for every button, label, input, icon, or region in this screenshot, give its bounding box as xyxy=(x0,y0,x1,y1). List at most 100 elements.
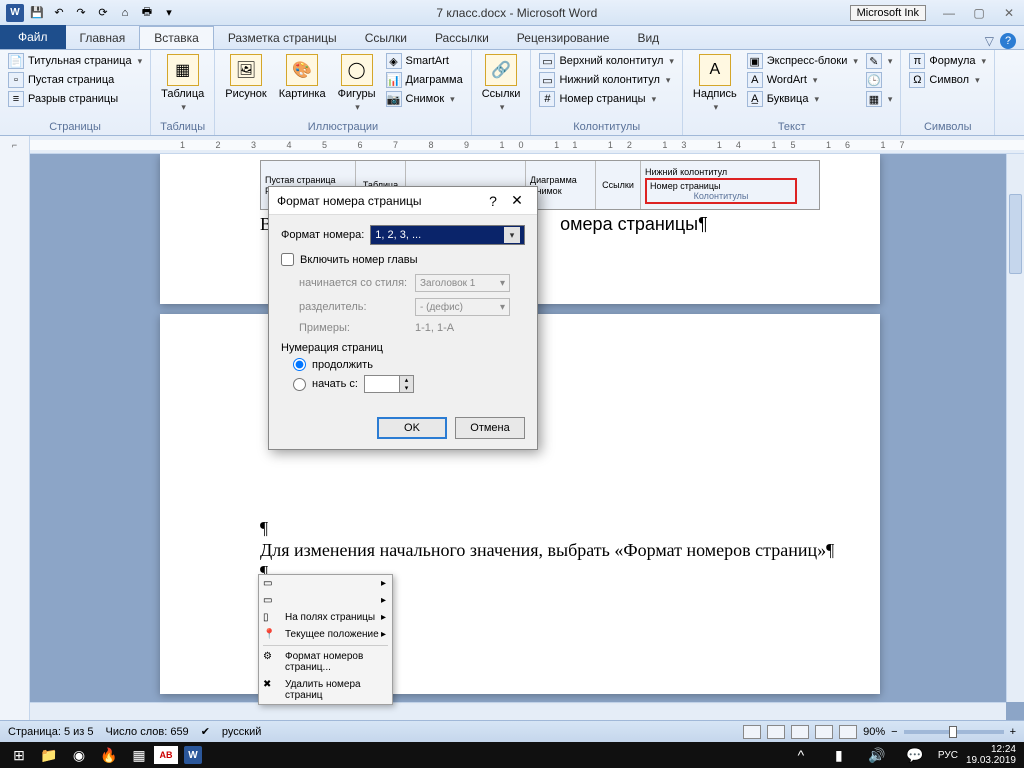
blank-page-button[interactable]: ▫Пустая страница xyxy=(6,71,144,89)
page-number-button[interactable]: #Номер страницы▾ xyxy=(537,90,675,108)
spell-check-icon[interactable]: ✔ xyxy=(201,725,210,738)
tab-home[interactable]: Главная xyxy=(66,27,140,49)
include-chapter-checkbox[interactable] xyxy=(281,253,294,266)
dialog-titlebar[interactable]: Формат номера страницы ? ✕ xyxy=(269,187,537,215)
ctx-item-margins[interactable]: ▯На полях страницы▸ xyxy=(259,609,392,626)
undo-icon[interactable]: ↶ xyxy=(50,4,68,22)
format-combo[interactable]: 1, 2, 3, ... ▾ xyxy=(370,225,525,245)
status-language[interactable]: русский xyxy=(222,726,261,738)
textbox-button[interactable]: AНадпись▾ xyxy=(689,52,741,115)
scrollbar-horizontal[interactable] xyxy=(30,702,1006,720)
shapes-button[interactable]: ◯Фигуры▾ xyxy=(334,52,380,115)
tab-references[interactable]: Ссылки xyxy=(351,27,421,49)
refresh-icon[interactable]: ⟳ xyxy=(94,4,112,22)
flame-icon[interactable]: 🔥 xyxy=(94,743,124,767)
status-words[interactable]: Число слов: 659 xyxy=(106,726,189,738)
zoom-out-button[interactable]: − xyxy=(891,726,897,738)
ctx-item-format[interactable]: ⚙Формат номеров страниц... xyxy=(259,648,392,676)
home-icon[interactable]: ⌂ xyxy=(116,4,134,22)
redo-icon[interactable]: ↷ xyxy=(72,4,90,22)
zoom-slider[interactable] xyxy=(904,730,1004,734)
scrollbar-thumb[interactable] xyxy=(1009,194,1022,274)
clipart-button[interactable]: 🎨Картинка xyxy=(275,52,330,102)
view-draft-button[interactable] xyxy=(839,725,857,739)
ctx-item-bottom[interactable]: ▭ ▸ xyxy=(259,592,392,609)
cancel-button[interactable]: Отмена xyxy=(455,417,525,439)
zoom-thumb[interactable] xyxy=(949,726,957,738)
file-tab[interactable]: Файл xyxy=(0,25,66,49)
equation-button[interactable]: πФормула▾ xyxy=(907,52,988,70)
ctx-item-current[interactable]: 📍Текущее положение▸ xyxy=(259,626,392,643)
screenshot-button[interactable]: 📷Снимок▾ xyxy=(384,90,465,108)
separator-combo: - (дефис)▾ xyxy=(415,298,510,316)
scrollbar-vertical[interactable] xyxy=(1006,154,1024,702)
table-button[interactable]: ▦Таблица▾ xyxy=(157,52,208,115)
embed-links: Ссылки xyxy=(602,180,634,190)
ab-icon[interactable]: АВ xyxy=(154,746,178,764)
view-full-screen-button[interactable] xyxy=(767,725,785,739)
start-button[interactable]: ⊞ xyxy=(4,743,34,767)
volume-icon[interactable]: 🔊 xyxy=(862,743,892,767)
embed-chart: Диаграмма xyxy=(530,175,591,185)
spin-down-icon[interactable]: ▾ xyxy=(399,384,413,392)
close-button[interactable]: ✕ xyxy=(994,2,1024,24)
ruler-vertical[interactable] xyxy=(0,154,30,720)
minimize-button[interactable]: — xyxy=(934,2,964,24)
ruler-horizontal[interactable]: 1 2 3 4 5 6 7 8 9 10 11 12 13 14 15 16 1… xyxy=(30,140,1024,150)
ok-button[interactable]: OK xyxy=(377,417,447,439)
action-center-icon[interactable]: 💬 xyxy=(900,743,930,767)
view-outline-button[interactable] xyxy=(815,725,833,739)
tab-view[interactable]: Вид xyxy=(623,27,673,49)
zoom-level[interactable]: 90% xyxy=(863,726,885,738)
ctx-item-remove[interactable]: ✖Удалить номера страниц xyxy=(259,676,392,704)
maximize-button[interactable]: ▢ xyxy=(964,2,994,24)
quickparts-button[interactable]: ▣Экспресс-блоки▾ xyxy=(745,52,860,70)
tab-insert[interactable]: Вставка xyxy=(139,26,214,49)
tray-chevron-icon[interactable]: ^ xyxy=(786,743,816,767)
title-page-button[interactable]: 📄Титульная страница▾ xyxy=(6,52,144,70)
zoom-in-button[interactable]: + xyxy=(1010,726,1016,738)
ink-button[interactable]: Microsoft Ink xyxy=(850,5,926,21)
symbol-button[interactable]: ΩСимвол▾ xyxy=(907,71,988,89)
picture-button[interactable]: 🖼Рисунок xyxy=(221,52,271,102)
datetime-button[interactable]: 🕒 xyxy=(864,71,895,89)
network-icon[interactable]: ▮ xyxy=(824,743,854,767)
start-at-input[interactable] xyxy=(365,376,399,392)
qat-dropdown-icon[interactable]: ▾ xyxy=(160,4,178,22)
save-icon[interactable]: 💾 xyxy=(28,4,46,22)
tab-page-layout[interactable]: Разметка страницы xyxy=(214,27,351,49)
word-icon[interactable]: W xyxy=(6,4,24,22)
print-icon[interactable]: 🖶 xyxy=(138,4,156,22)
links-button[interactable]: 🔗Ссылки▾ xyxy=(478,52,525,115)
chrome-icon[interactable]: ◉ xyxy=(64,743,94,767)
taskbar-lang[interactable]: РУС xyxy=(938,750,958,761)
spin-up-icon[interactable]: ▴ xyxy=(399,376,413,384)
chevron-down-icon[interactable]: ▾ xyxy=(504,227,520,243)
word-taskbar-icon[interactable]: W xyxy=(178,743,208,767)
smartart-button[interactable]: ◈SmartArt xyxy=(384,52,465,70)
calculator-icon[interactable]: ▦ xyxy=(124,743,154,767)
dialog-help-button[interactable]: ? xyxy=(481,193,505,209)
header-button[interactable]: ▭Верхний колонтитул▾ xyxy=(537,52,675,70)
signature-button[interactable]: ✎▾ xyxy=(864,52,895,70)
ctx-item-top[interactable]: ▭ ▸ xyxy=(259,575,392,592)
view-print-layout-button[interactable] xyxy=(743,725,761,739)
file-explorer-icon[interactable]: 📁 xyxy=(34,743,64,767)
status-page[interactable]: Страница: 5 из 5 xyxy=(8,726,94,738)
help-icon[interactable]: ? xyxy=(1000,33,1016,49)
start-at-spinner[interactable]: ▴▾ xyxy=(364,375,414,393)
view-web-button[interactable] xyxy=(791,725,809,739)
object-button[interactable]: ▦▾ xyxy=(864,90,895,108)
start-at-radio[interactable] xyxy=(293,378,306,391)
chart-button[interactable]: 📊Диаграмма xyxy=(384,71,465,89)
minimize-ribbon-icon[interactable]: ▽ xyxy=(985,34,994,48)
tab-review[interactable]: Рецензирование xyxy=(503,27,624,49)
footer-button[interactable]: ▭Нижний колонтитул▾ xyxy=(537,71,675,89)
dropcap-button[interactable]: A̲Буквица▾ xyxy=(745,90,860,108)
continue-radio[interactable] xyxy=(293,358,306,371)
tab-mailings[interactable]: Рассылки xyxy=(421,27,503,49)
taskbar-clock[interactable]: 12:24 19.03.2019 xyxy=(966,744,1020,766)
wordart-button[interactable]: AWordArt▾ xyxy=(745,71,860,89)
dialog-close-button[interactable]: ✕ xyxy=(505,192,529,209)
page-break-button[interactable]: ≡Разрыв страницы xyxy=(6,90,144,108)
